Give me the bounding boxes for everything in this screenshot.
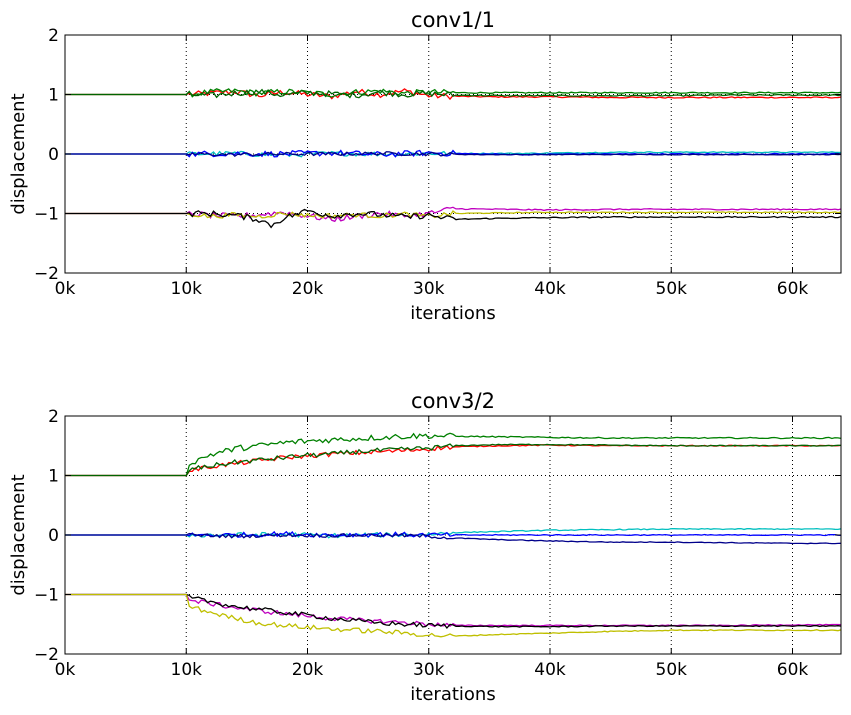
y-tick-label: −1 [34,205,59,225]
series-line-7 [65,593,841,628]
chart-panel-1: 0k 10k 20k 30k 40k 50k 60k−2−1012conv1/1iterat… [8,8,842,324]
x-axis-label: iterations [410,303,495,324]
x-axis-label: iterations [410,684,495,705]
y-tick-label: 1 [48,86,59,106]
x-tick-label: 30k [413,660,445,680]
y-tick-label: 1 [48,467,59,487]
x-tick-label: 60k [777,660,809,680]
series-line-9 [65,593,841,638]
y-tick-label: −1 [34,586,59,606]
x-tick-label: 30k [413,279,445,299]
y-axis-label: displacement [8,93,29,214]
x-tick-label: 40k [534,660,566,680]
y-tick-label: −2 [34,264,59,284]
y-axis-label: displacement [8,474,29,595]
y-tick-label: 2 [48,407,59,427]
y-tick-label: −2 [34,645,59,665]
chart-title: conv1/1 [411,8,495,32]
y-tick-label: 2 [48,26,59,46]
series-line-7 [65,206,841,223]
y-tick-label: 0 [48,526,59,546]
series-line-2 [65,444,841,477]
x-tick-label: 50k [656,660,688,680]
x-tick-label: 10k [171,279,203,299]
figure: 0k 10k 20k 30k 40k 50k 60k−2−1012conv1/1iterat… [8,8,842,705]
chart-title: conv3/2 [411,389,495,413]
x-tick-label: 10k [171,660,203,680]
x-tick-label: 20k [292,660,324,680]
x-tick-label: 40k [534,279,566,299]
x-tick-label: 50k [656,279,688,299]
series-line-3 [65,443,841,477]
series-line-4 [65,527,841,539]
series-line-1 [65,432,841,477]
chart-panel-2: 0k 10k 20k 30k 40k 50k 60k−2−1012conv3/2iterat… [8,389,842,705]
y-tick-label: 0 [48,145,59,165]
series-line-3 [65,88,841,99]
x-tick-label: 20k [292,279,324,299]
x-tick-label: 60k [777,279,809,299]
